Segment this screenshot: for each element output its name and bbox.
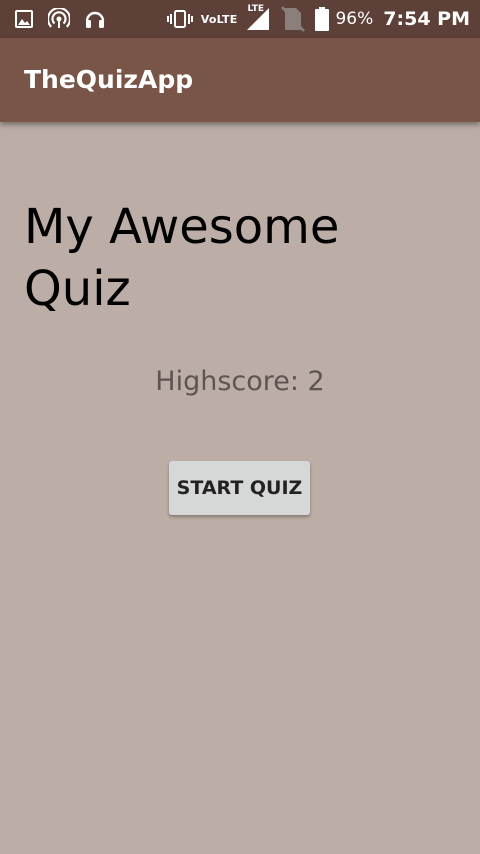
status-clock: 7:54 PM [383, 8, 470, 30]
quiz-heading: My Awesome Quiz [24, 199, 340, 317]
app-bar: TheQuizApp [0, 38, 480, 122]
battery-percent: 96% [335, 9, 374, 29]
image-icon [14, 9, 34, 29]
headset-icon [84, 8, 106, 30]
lte-label: LTE [247, 4, 265, 14]
volte-label: VoLTE [200, 12, 238, 26]
battery-icon [315, 7, 330, 31]
vibrate-icon [166, 9, 193, 29]
status-bar: VoLTE LTE 96% 7:54 PM [0, 0, 480, 38]
no-sim-icon [279, 5, 307, 33]
status-left-icons [14, 7, 120, 31]
hotspot-icon [48, 8, 70, 30]
highscore-label: Highscore: 2 [155, 366, 325, 397]
app-title: TheQuizApp [24, 65, 194, 94]
status-right-icons: VoLTE LTE 96% 7:54 PM [159, 4, 470, 33]
signal-icon: LTE [245, 4, 271, 32]
start-quiz-button[interactable]: START QUIZ [169, 461, 310, 515]
